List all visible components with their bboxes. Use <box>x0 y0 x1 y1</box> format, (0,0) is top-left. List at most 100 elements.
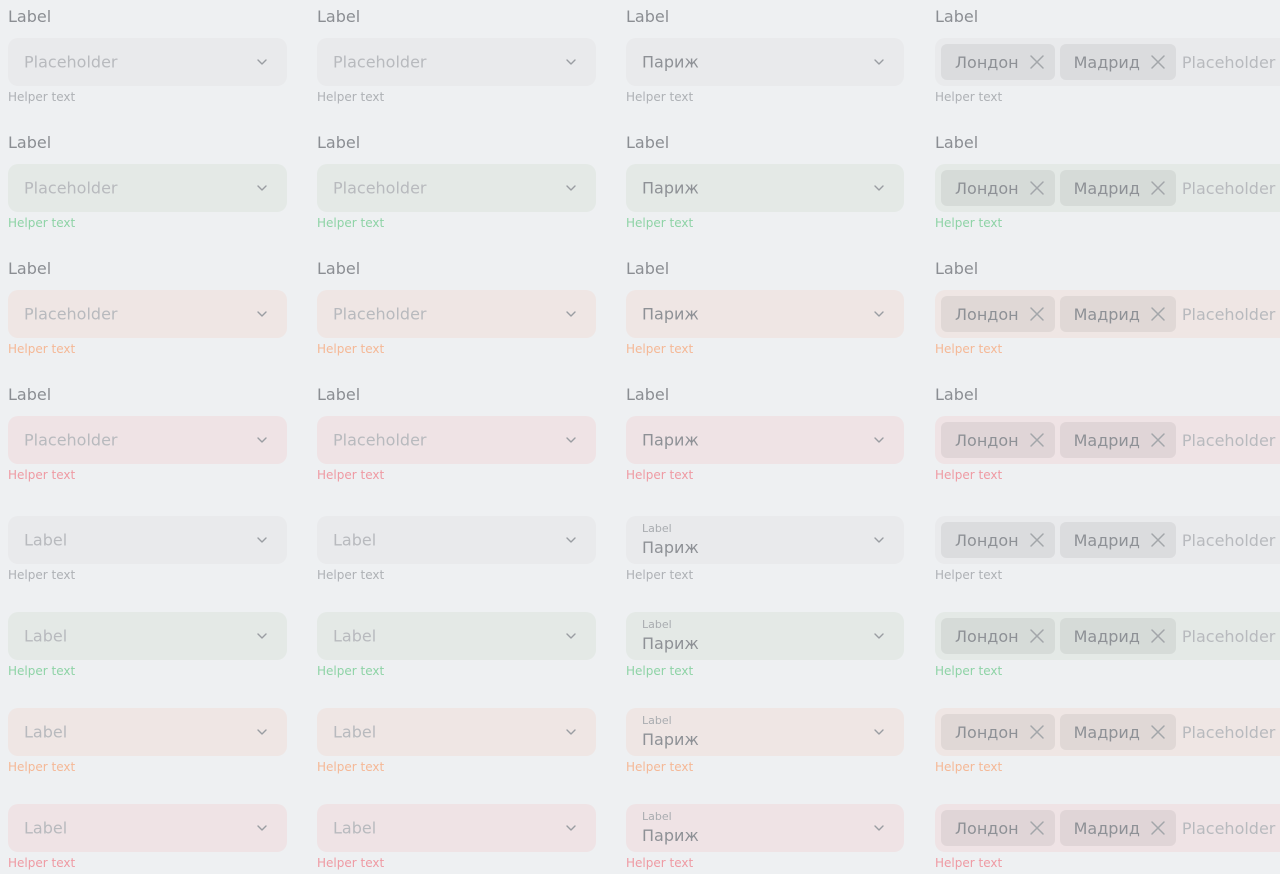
selected-chip[interactable]: Лондон <box>941 44 1055 80</box>
chip-label: Мадрид <box>1073 304 1140 324</box>
chevron-down-icon[interactable] <box>255 307 269 321</box>
select-placeholder: Placeholder <box>333 52 427 72</box>
select-box[interactable]: Placeholder <box>8 164 287 212</box>
chevron-down-icon[interactable] <box>564 629 578 643</box>
chevron-down-icon[interactable] <box>564 55 578 69</box>
field-label: Label <box>317 385 361 404</box>
helper-text: Helper text <box>8 568 76 582</box>
close-icon[interactable] <box>1029 532 1045 548</box>
selected-chip[interactable]: Лондон <box>941 618 1055 654</box>
close-icon[interactable] <box>1029 724 1045 740</box>
chevron-down-icon[interactable] <box>564 433 578 447</box>
selected-chip[interactable]: Мадрид <box>1059 714 1176 750</box>
select-box[interactable]: Placeholder <box>317 290 596 338</box>
close-icon[interactable] <box>1029 820 1045 836</box>
selected-chip[interactable]: Лондон <box>941 522 1055 558</box>
chip-label: Лондон <box>955 430 1019 450</box>
close-icon[interactable] <box>1029 54 1045 70</box>
select-box[interactable]: Label <box>8 804 287 852</box>
select-box[interactable]: Label Париж <box>626 708 904 756</box>
select-box[interactable]: Placeholder <box>317 38 596 86</box>
select-box[interactable]: Placeholder <box>8 38 287 86</box>
close-icon[interactable] <box>1150 180 1166 196</box>
chevron-down-icon[interactable] <box>872 533 886 547</box>
select-box[interactable]: Лондон Мадрид Placeholder <box>935 516 1280 564</box>
chevron-down-icon[interactable] <box>872 629 886 643</box>
chevron-down-icon[interactable] <box>872 181 886 195</box>
select-box[interactable]: Лондон Мадрид Placeholder <box>935 416 1280 464</box>
chevron-down-icon[interactable] <box>872 725 886 739</box>
selected-chip[interactable]: Мадрид <box>1059 170 1176 206</box>
selected-chip[interactable]: Лондон <box>941 810 1055 846</box>
select-box[interactable]: Placeholder <box>317 164 596 212</box>
chevron-down-icon[interactable] <box>255 629 269 643</box>
chevron-down-icon[interactable] <box>255 533 269 547</box>
selected-chip[interactable]: Лондон <box>941 170 1055 206</box>
select-box[interactable]: Placeholder <box>8 290 287 338</box>
chevron-down-icon[interactable] <box>255 725 269 739</box>
select-box[interactable]: Лондон Мадрид Placeholder <box>935 804 1280 852</box>
select-box[interactable]: Label Париж <box>626 612 904 660</box>
selected-chip[interactable]: Лондон <box>941 296 1055 332</box>
close-icon[interactable] <box>1029 180 1045 196</box>
select-box[interactable]: Лондон Мадрид Placeholder <box>935 38 1280 86</box>
chevron-down-icon[interactable] <box>255 821 269 835</box>
select-box[interactable]: Париж <box>626 38 904 86</box>
selected-chip[interactable]: Мадрид <box>1059 422 1176 458</box>
select-box[interactable]: Label <box>8 612 287 660</box>
field-label: Label <box>626 133 670 152</box>
close-icon[interactable] <box>1150 628 1166 644</box>
select-box[interactable]: Лондон Мадрид Placeholder <box>935 290 1280 338</box>
close-icon[interactable] <box>1150 54 1166 70</box>
helper-text: Helper text <box>8 468 76 482</box>
chevron-down-icon[interactable] <box>872 433 886 447</box>
chevron-down-icon[interactable] <box>255 433 269 447</box>
select-box[interactable]: Label <box>8 708 287 756</box>
chevron-down-icon[interactable] <box>872 307 886 321</box>
chevron-down-icon[interactable] <box>255 55 269 69</box>
chevron-down-icon[interactable] <box>564 181 578 195</box>
select-box[interactable]: Placeholder <box>8 416 287 464</box>
close-icon[interactable] <box>1150 432 1166 448</box>
selected-chip[interactable]: Мадрид <box>1059 522 1176 558</box>
chevron-down-icon[interactable] <box>564 725 578 739</box>
select-box[interactable]: Label <box>317 612 596 660</box>
close-icon[interactable] <box>1150 820 1166 836</box>
chip-label: Мадрид <box>1073 818 1140 838</box>
chevron-down-icon[interactable] <box>564 533 578 547</box>
select-box[interactable]: Лондон Мадрид Placeholder <box>935 612 1280 660</box>
select-box[interactable]: Label Париж <box>626 804 904 852</box>
close-icon[interactable] <box>1150 306 1166 322</box>
helper-text: Helper text <box>935 856 1003 870</box>
selected-chip[interactable]: Лондон <box>941 422 1055 458</box>
search-placeholder: Placeholder <box>1181 626 1276 646</box>
select-box[interactable]: Париж <box>626 164 904 212</box>
select-box[interactable]: Label Париж <box>626 516 904 564</box>
chevron-down-icon[interactable] <box>872 821 886 835</box>
select-box[interactable]: Label <box>317 708 596 756</box>
chevron-down-icon[interactable] <box>255 181 269 195</box>
select-box[interactable]: Label <box>317 804 596 852</box>
select-box[interactable]: Label <box>317 516 596 564</box>
select-box[interactable]: Placeholder <box>317 416 596 464</box>
close-icon[interactable] <box>1029 306 1045 322</box>
select-placeholder: Placeholder <box>24 304 118 324</box>
selected-chip[interactable]: Мадрид <box>1059 44 1176 80</box>
select-box[interactable]: Лондон Мадрид Placeholder <box>935 708 1280 756</box>
select-box[interactable]: Париж <box>626 416 904 464</box>
close-icon[interactable] <box>1029 432 1045 448</box>
select-box[interactable]: Label <box>8 516 287 564</box>
search-placeholder: Placeholder <box>1181 530 1276 550</box>
select-box[interactable]: Лондон Мадрид Placeholder <box>935 164 1280 212</box>
selected-chip[interactable]: Мадрид <box>1059 618 1176 654</box>
close-icon[interactable] <box>1150 724 1166 740</box>
close-icon[interactable] <box>1029 628 1045 644</box>
selected-chip[interactable]: Мадрид <box>1059 296 1176 332</box>
chevron-down-icon[interactable] <box>564 821 578 835</box>
selected-chip[interactable]: Лондон <box>941 714 1055 750</box>
close-icon[interactable] <box>1150 532 1166 548</box>
chevron-down-icon[interactable] <box>564 307 578 321</box>
selected-chip[interactable]: Мадрид <box>1059 810 1176 846</box>
select-box[interactable]: Париж <box>626 290 904 338</box>
chevron-down-icon[interactable] <box>872 55 886 69</box>
